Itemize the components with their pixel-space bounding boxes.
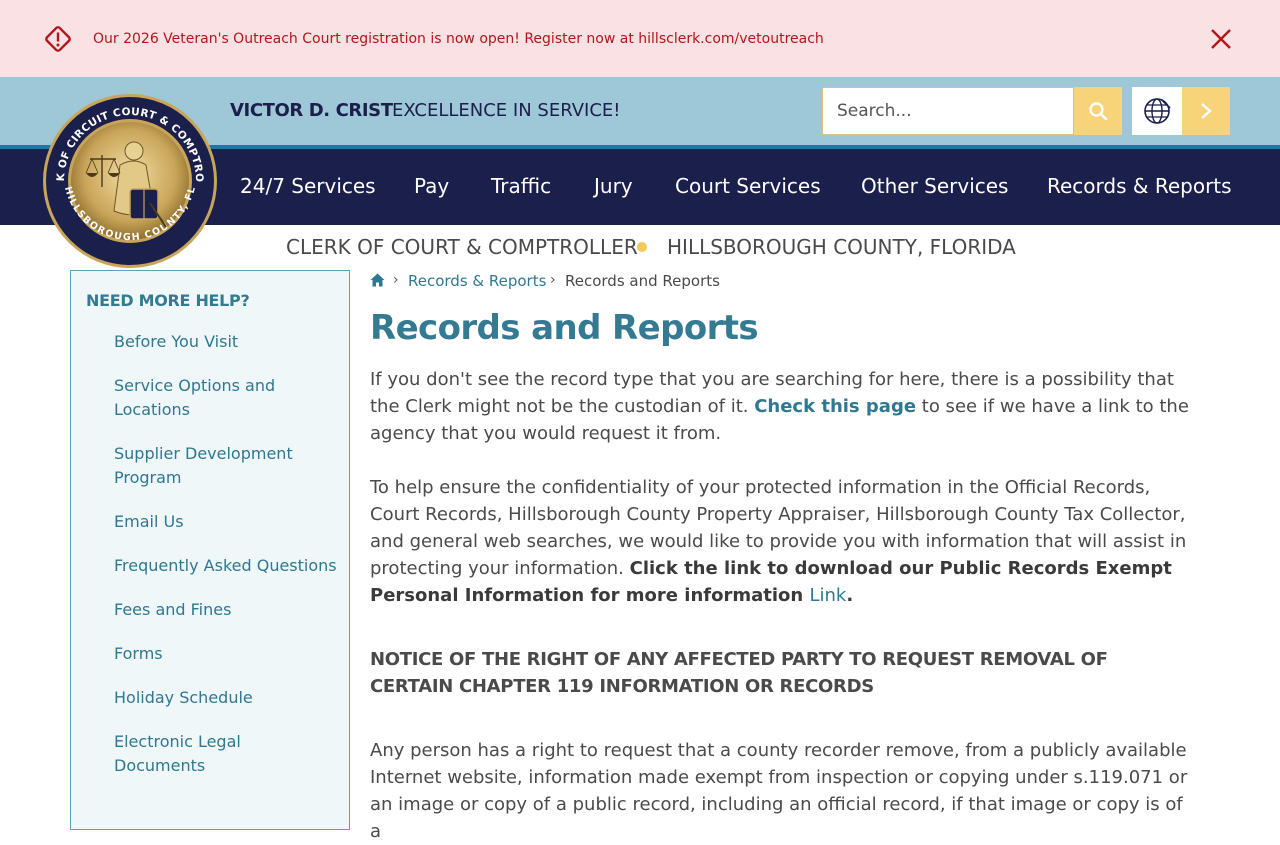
nav-item-247-services[interactable]: 24/7 Services [240, 174, 376, 198]
intro-paragraph: If you don't see the record type that yo… [370, 366, 1196, 447]
globe-translate-icon [1144, 98, 1171, 124]
alert-diamond-icon [45, 26, 71, 52]
breadcrumb-records-reports[interactable]: Records & Reports [408, 272, 546, 290]
tagline: EXCELLENCE IN SERVICE! [392, 100, 621, 121]
chapter-119-notice: NOTICE OF THE RIGHT OF ANY AFFECTED PART… [370, 649, 1108, 697]
sidebar-item-email-us[interactable]: Email Us [114, 510, 344, 534]
sidebar-item-fees-fines[interactable]: Fees and Fines [114, 598, 344, 622]
nav-item-jury[interactable]: Jury [594, 174, 633, 198]
alert-message: Our 2026 Veteran's Outreach Court regist… [93, 31, 824, 47]
search-input[interactable] [822, 87, 1074, 135]
sidebar-item-before-you-visit[interactable]: Before You Visit [114, 330, 344, 354]
breadcrumb-separator: › [550, 272, 556, 288]
clerk-name: VICTOR D. CRIST [230, 100, 393, 121]
close-icon[interactable] [1208, 26, 1234, 52]
nav-item-records-reports[interactable]: Records & Reports [1047, 174, 1232, 198]
sidebar-item-forms[interactable]: Forms [114, 642, 344, 666]
subtitle-office: CLERK OF COURT & COMPTROLLER [286, 235, 638, 259]
removal-rights-paragraph: Any person has a right to request that a… [370, 740, 1188, 842]
check-this-page-link[interactable]: Check this page [754, 396, 916, 417]
sidebar-item-service-options[interactable]: Service Options and Locations [114, 374, 304, 422]
sidebar-item-faq[interactable]: Frequently Asked Questions [114, 554, 344, 578]
home-icon[interactable] [370, 273, 385, 287]
search-button[interactable] [1074, 87, 1122, 135]
subtitle-county: HILLSBOROUGH COUNTY, FLORIDA [667, 235, 1016, 259]
language-button[interactable] [1132, 87, 1182, 135]
chevron-right-icon [1201, 103, 1212, 119]
sidebar-item-holiday-schedule[interactable]: Holiday Schedule [114, 686, 344, 710]
sidebar-title: NEED MORE HELP? [86, 291, 250, 310]
language-next-button[interactable] [1182, 87, 1230, 135]
nav-item-pay[interactable]: Pay [414, 174, 449, 198]
breadcrumb-current: Records and Reports [565, 272, 720, 290]
period: . [846, 585, 854, 606]
nav-item-other-services[interactable]: Other Services [861, 174, 1008, 198]
exempt-info-link[interactable]: Link [809, 585, 846, 606]
nav-item-court-services[interactable]: Court Services [675, 174, 821, 198]
clerk-seal-logo[interactable]: CLERK OF CIRCUIT COURT & COMPTROLLER HIL… [42, 93, 218, 269]
nav-item-traffic[interactable]: Traffic [491, 174, 551, 198]
sidebar-item-electronic-legal-documents[interactable]: Electronic Legal Documents [114, 730, 264, 778]
subtitle-separator-dot [637, 242, 647, 252]
confidentiality-paragraph: To help ensure the confidentiality of yo… [370, 474, 1196, 609]
breadcrumb-separator: › [393, 272, 399, 288]
page-title: Records and Reports [370, 308, 759, 348]
search-icon [1089, 102, 1108, 121]
sidebar-item-supplier-development[interactable]: Supplier Development Program [114, 442, 304, 490]
